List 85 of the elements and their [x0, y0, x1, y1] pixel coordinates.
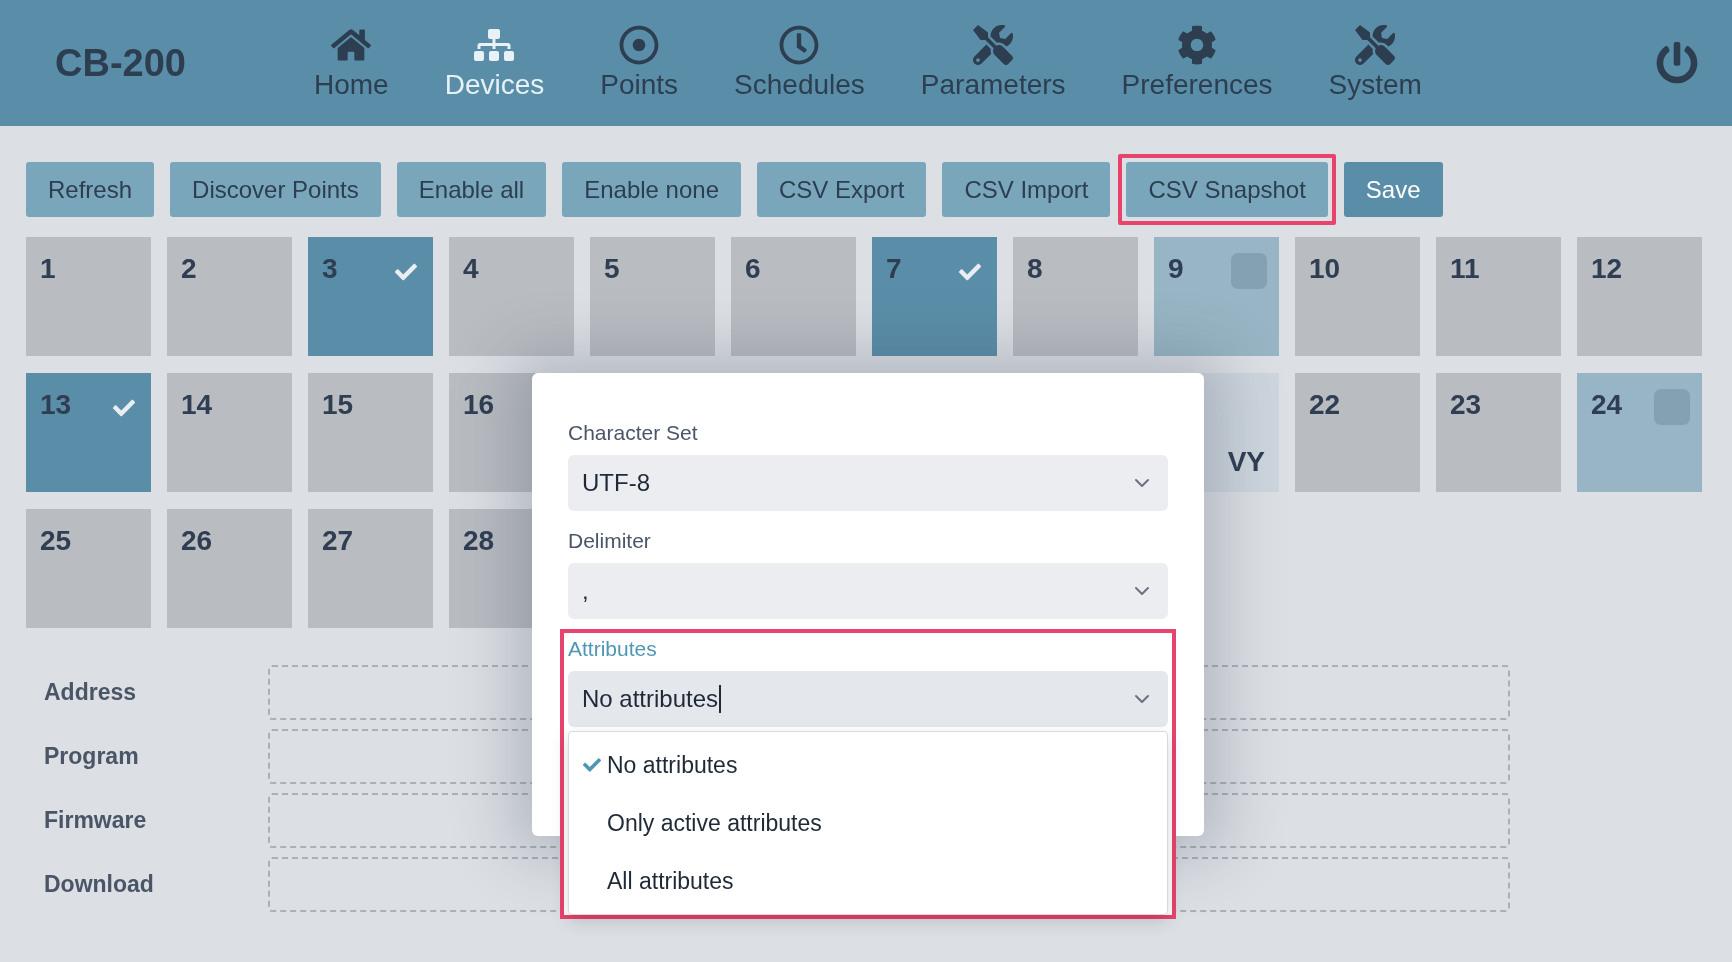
text-cursor	[719, 685, 722, 713]
check-icon	[959, 261, 981, 283]
tile-number: 24	[1591, 389, 1623, 421]
tile-number: 26	[181, 525, 213, 557]
point-tile[interactable]: 22	[1295, 373, 1420, 492]
check-icon	[583, 756, 601, 774]
form-label: Address	[44, 679, 138, 706]
toolbar-button[interactable]: Enable none	[562, 162, 741, 217]
tile-number: 6	[745, 253, 761, 285]
point-tile[interactable]: 7	[872, 237, 997, 356]
nav-tab[interactable]: Points	[600, 25, 679, 101]
tile-number: 14	[181, 389, 213, 421]
select-field[interactable]: ,	[568, 563, 1168, 619]
point-tile[interactable]: 12	[1577, 237, 1702, 356]
toolbar-button[interactable]: Enable all	[396, 162, 547, 217]
form-label: Download	[44, 871, 155, 898]
toolbar-button[interactable]: CSV Snapshot	[1126, 162, 1328, 217]
form-label: Program	[44, 743, 140, 770]
tile-number: 2	[181, 253, 197, 285]
point-tile[interactable]: 15	[308, 373, 433, 492]
point-tile[interactable]: 6	[731, 237, 856, 356]
toolbar-button[interactable]: Refresh	[26, 162, 155, 217]
logo: CB-200	[55, 41, 186, 85]
point-tile[interactable]: 26	[167, 509, 292, 628]
field-label: Attributes	[568, 637, 657, 661]
tile-number: 12	[1591, 253, 1623, 285]
tile-number: 4	[463, 253, 479, 285]
point-tile[interactable]: 8	[1013, 237, 1138, 356]
tile-number: 22	[1309, 389, 1341, 421]
tile-number: 10	[1309, 253, 1341, 285]
tile-number: 13	[40, 389, 72, 421]
toolbar-button[interactable]: CSV Import	[942, 162, 1111, 217]
point-tile[interactable]: 1	[26, 237, 151, 356]
tile-number: 3	[322, 253, 338, 285]
tile-number: 5	[604, 253, 620, 285]
nav-tab[interactable]: Devices	[444, 25, 545, 101]
tile-number: 27	[322, 525, 354, 557]
point-tile[interactable]: 11	[1436, 237, 1561, 356]
tile-number: 8	[1027, 253, 1043, 285]
check-icon	[113, 397, 135, 419]
check-icon	[395, 261, 417, 283]
point-tile[interactable]: 27	[308, 509, 433, 628]
point-tile[interactable]: 3	[308, 237, 433, 356]
point-tile[interactable]: 14	[167, 373, 292, 492]
tile-number: 16	[463, 389, 495, 421]
tools-icon	[1355, 25, 1396, 65]
point-tile[interactable]: 4	[449, 237, 574, 356]
tile-caption: VY	[1227, 446, 1265, 478]
tile-number: 28	[463, 525, 495, 557]
dropdown-option[interactable]: No attributes	[569, 736, 1167, 794]
toolbar-button[interactable]: Discover Points	[170, 162, 381, 217]
nav-tab[interactable]: Preferences	[1121, 25, 1273, 101]
point-tile[interactable]: 2	[167, 237, 292, 356]
point-tile[interactable]: 5	[590, 237, 715, 356]
tile-number: 15	[322, 389, 354, 421]
nav-tab[interactable]: Schedules	[734, 25, 865, 101]
nav-tab[interactable]: Home	[313, 25, 389, 101]
point-tile[interactable]: 24	[1577, 373, 1702, 492]
select-field[interactable]: No attributes	[568, 671, 1168, 727]
select-value: ,	[582, 577, 589, 605]
select-field[interactable]: UTF-8	[568, 455, 1168, 511]
form-label: Firmware	[44, 807, 148, 834]
tile-number: 1	[40, 253, 56, 285]
tile-number: 23	[1450, 389, 1482, 421]
tile-number: 11	[1450, 253, 1480, 285]
point-tile[interactable]: 23	[1436, 373, 1561, 492]
dropdown-option[interactable]: Only active attributes	[569, 794, 1167, 852]
toolbar-button[interactable]: CSV Export	[757, 162, 927, 217]
save-button[interactable]: Save	[1343, 162, 1443, 217]
select-value: UTF-8	[582, 469, 650, 497]
gear-icon	[1177, 25, 1218, 65]
select-value: No attributes	[582, 685, 719, 713]
clock-icon	[779, 25, 820, 65]
point-tile[interactable]: 9	[1154, 237, 1279, 356]
tools-icon	[973, 25, 1014, 65]
nav-tab[interactable]: System	[1328, 25, 1422, 101]
point-tile[interactable]: 25	[26, 509, 151, 628]
dropdown-option[interactable]: All attributes	[569, 852, 1167, 910]
nav-tab[interactable]: Parameters	[920, 25, 1066, 101]
point-tile[interactable]: 10	[1295, 237, 1420, 356]
tile-number: 9	[1168, 253, 1184, 285]
tile-number: 25	[40, 525, 72, 557]
power-icon[interactable]	[1656, 42, 1698, 84]
point-tile[interactable]: 13	[26, 373, 151, 492]
tile-number: 7	[886, 253, 902, 285]
